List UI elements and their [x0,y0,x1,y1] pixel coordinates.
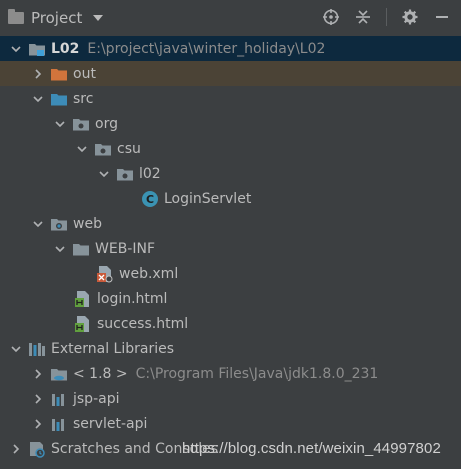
tree-label: l02 [139,165,161,182]
tree-row-external-libraries[interactable]: External Libraries [0,336,461,361]
tree-row-folder-web-inf[interactable]: WEB-INF [0,236,461,261]
module-folder-icon [28,41,46,57]
tree-row-package-l02[interactable]: l02 [0,161,461,186]
chevron-right-icon[interactable] [30,366,46,382]
tree-row-library-jsp-api[interactable]: jsp-api [0,386,461,411]
tree-label: login.html [97,290,168,307]
tree-label: src [73,90,94,107]
project-tool-window-header: Project [0,0,461,37]
tree-row-class-loginservlet[interactable]: C LoginServlet [0,186,461,211]
chevron-down-icon[interactable] [96,166,112,182]
chevron-down-icon[interactable] [8,341,24,357]
chevron-down-icon[interactable] [52,241,68,257]
tree-row-folder-out[interactable]: out [0,61,461,86]
chevron-down-icon[interactable] [8,41,24,57]
tree-label: out [73,65,96,82]
chevron-right-icon[interactable] [30,66,46,82]
tree-row-module-l02[interactable]: L02 E:\project\java\winter_holiday\L02 [0,36,461,61]
tree-label: web [73,215,102,232]
tree-label: jsp-api [73,390,120,407]
web-folder-icon [50,216,68,232]
settings-icon[interactable] [401,8,419,26]
hide-icon[interactable] [433,8,451,26]
package-icon [94,141,112,157]
package-icon [116,166,134,182]
tree-label: web.xml [119,265,179,282]
module-path: E:\project\java\winter_holiday\L02 [87,40,326,57]
header-toolbar [322,8,451,26]
tree-row-file-web-xml[interactable]: web.xml [0,261,461,286]
chevron-down-icon[interactable] [74,141,90,157]
xml-file-icon [96,265,114,282]
tree-row-file-success-html[interactable]: success.html [0,311,461,336]
excluded-folder-icon [50,66,68,82]
tree-row-package-org[interactable]: org [0,111,461,136]
libraries-icon [28,341,46,357]
project-view-selector[interactable]: Project [8,8,104,28]
tree-label: < 1.8 > [73,365,128,382]
locate-icon[interactable] [322,8,340,26]
java-class-icon: C [141,190,159,207]
chevron-down-icon[interactable] [52,116,68,132]
chevron-down-icon[interactable] [30,216,46,232]
toolbar-separator [386,8,387,26]
tree-label: success.html [97,315,189,332]
html-file-icon [74,290,92,307]
html-file-icon [74,315,92,332]
chevron-right-icon[interactable] [30,391,46,407]
tree-row-package-csu[interactable]: csu [0,136,461,161]
tree-row-library-jdk[interactable]: < 1.8 > C:\Program Files\Java\jdk1.8.0_2… [0,361,461,386]
package-icon [72,116,90,132]
library-icon [50,391,68,407]
jdk-path: C:\Program Files\Java\jdk1.8.0_231 [135,365,379,382]
tree-row-file-login-html[interactable]: login.html [0,286,461,311]
tree-label: L02 [51,40,80,57]
chevron-right-icon[interactable] [30,416,46,432]
collapse-all-icon[interactable] [354,8,372,26]
jdk-folder-icon [50,366,68,382]
chevron-down-icon[interactable] [30,91,46,107]
chevron-down-icon [93,15,104,21]
tree-row-folder-src[interactable]: src [0,86,461,111]
tree-label: WEB-INF [95,240,155,257]
watermark-url: https://blog.csdn.net/weixin_44997802 [182,440,441,457]
tree-label: servlet-api [73,415,148,432]
source-folder-icon [50,91,68,107]
project-title: Project [31,9,83,27]
tree-label: csu [117,140,141,157]
tree-label: org [95,115,118,132]
tree-row-folder-web[interactable]: web [0,211,461,236]
chevron-right-icon[interactable] [8,441,24,457]
tree-label: LoginServlet [164,190,252,207]
scratches-icon [28,441,46,458]
tree-label: External Libraries [51,340,174,357]
library-icon [50,416,68,432]
tree-row-library-servlet-api[interactable]: servlet-api [0,411,461,436]
folder-icon [72,241,90,257]
svg-text:C: C [146,193,154,206]
project-folder-icon [8,9,24,24]
